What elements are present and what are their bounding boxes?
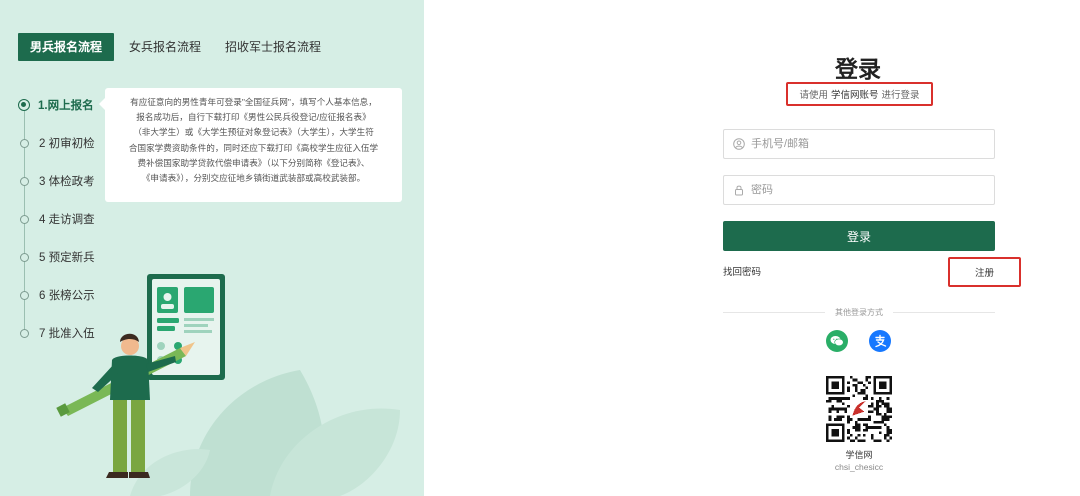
divider-line (723, 311, 825, 313)
step-label: 4 走访调查 (39, 214, 95, 226)
step-label: 1.网上报名 (38, 100, 94, 112)
qr-account-name: 学信网 (845, 450, 873, 460)
phone-email-input[interactable] (751, 138, 981, 150)
password-field[interactable] (723, 175, 995, 205)
subtitle-suffix: 进行登录 (881, 90, 920, 101)
login-button[interactable]: 登录 (723, 221, 995, 251)
step-description: 有应征意向的男性青年可登录"全国征兵网"，填写个人基本信息， 报名成功后，自行下… (99, 88, 402, 202)
qr-account-id: chsi_chesicc (834, 462, 884, 472)
alipay-icon (875, 334, 887, 348)
step-label: 2 初审初检 (39, 138, 95, 150)
step-dot (20, 138, 29, 148)
recruit-illustration (56, 274, 400, 496)
tab-nco-process[interactable]: 招收军士报名流程 (216, 33, 330, 61)
description-line: 报名成功后，自行下载打印《男性公民兵役登记/应征报名表》 (136, 112, 371, 123)
step-dot (20, 290, 29, 300)
description-line: 费补偿国家助学贷款代偿申请表》（以下分别简称《登记表》、 (137, 157, 370, 168)
wechat-icon (830, 336, 844, 347)
step-dot (18, 99, 30, 111)
tab-male-process[interactable]: 男兵报名流程 (18, 33, 115, 61)
step-online-register[interactable]: 1.网上报名 (18, 86, 108, 124)
description-line: 《申请表》），分别交应征地乡镇街道武装部或高校武装部。 (141, 173, 366, 184)
login-title: 登录 (835, 56, 881, 82)
step-initial-review[interactable]: 2 初审初检 (18, 124, 108, 162)
step-dot (20, 252, 29, 262)
step-dot (20, 214, 29, 224)
password-input[interactable] (751, 184, 981, 196)
description-line: 合国家学费资助条件的，同时还应下载打印《高校学生应征入伍学 (128, 142, 379, 153)
other-login-label: 其他登录方式 (835, 307, 883, 317)
alipay-login-button[interactable] (869, 330, 891, 352)
login-subtitle: 请使用 学信网账号 进行登录 (786, 82, 933, 106)
tab-female-process[interactable]: 女兵报名流程 (120, 33, 210, 61)
process-tabs: 男兵报名流程 女兵报名流程 招收军士报名流程 (18, 33, 330, 61)
other-login-divider: 其他登录方式 (723, 305, 995, 319)
left-panel: 男兵报名流程 女兵报名流程 招收军士报名流程 1.网上报名 2 初审初检 3 体… (0, 0, 424, 496)
divider-line (893, 311, 995, 313)
subtitle-account-type: 学信网账号 (830, 90, 879, 101)
qr-code (826, 376, 892, 442)
forgot-password-link[interactable]: 找回密码 (723, 264, 761, 278)
subtitle-prefix: 请使用 (799, 90, 828, 101)
step-label: 3 体检政考 (39, 176, 95, 188)
step-dot (20, 328, 29, 338)
phone-email-field[interactable] (723, 129, 995, 159)
register-link[interactable]: 注册 (948, 257, 1021, 287)
user-icon (733, 138, 745, 150)
description-line: （非大学生）或《大学生预征对象登记表》（大学生），大学生符 (133, 127, 374, 138)
register-label: 注册 (974, 268, 994, 279)
description-line: 有应征意向的男性青年可登录"全国征兵网"，填写个人基本信息， (130, 97, 377, 107)
step-dot (20, 176, 29, 186)
step-visit-survey[interactable]: 4 走访调查 (18, 200, 108, 238)
step-physical-exam[interactable]: 3 体检政考 (18, 162, 108, 200)
wechat-login-button[interactable] (826, 330, 848, 352)
lock-icon (733, 184, 745, 196)
